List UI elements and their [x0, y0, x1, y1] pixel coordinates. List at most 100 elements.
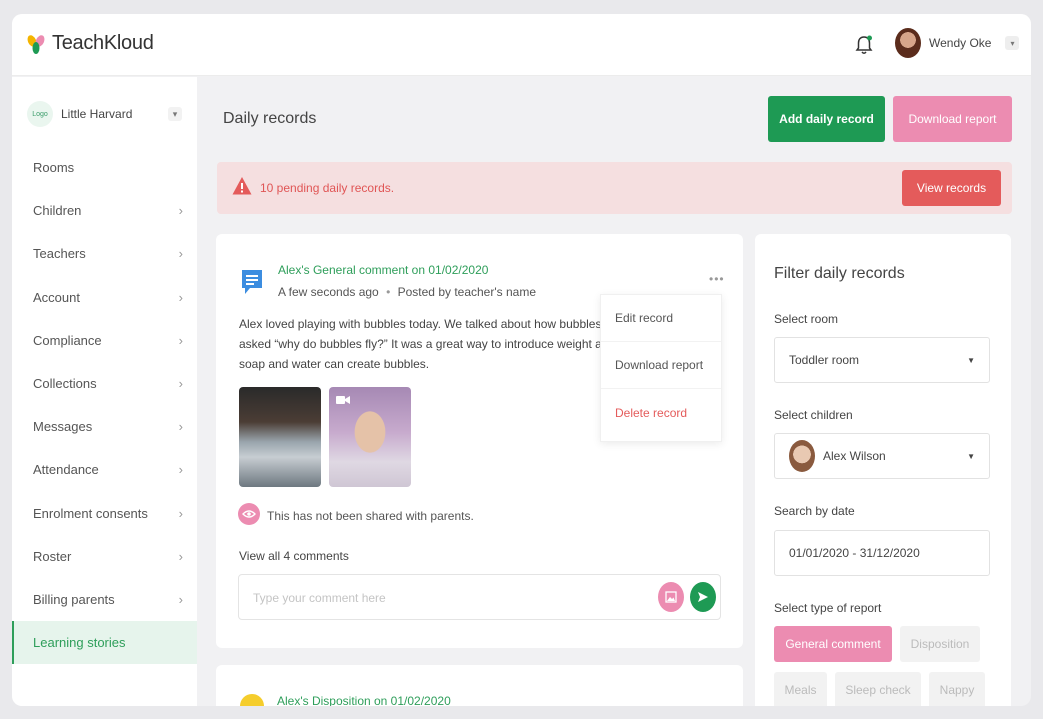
app-logo[interactable]: TeachKloud [26, 32, 154, 55]
eye-glyph [242, 510, 256, 518]
date-value: 01/01/2020 - 31/12/2020 [789, 546, 920, 560]
school-name: Little Harvard [61, 107, 133, 121]
sidebar-item-compliance[interactable]: Compliance › [12, 319, 197, 362]
sidebar-item-label: Roster [33, 548, 72, 564]
download-report-option[interactable]: Download report [601, 342, 721, 389]
dropdown-arrow-icon: ▼ [967, 451, 975, 461]
chevron-down-icon[interactable]: ▾ [168, 107, 182, 121]
view-comments-link[interactable]: View all 4 comments [239, 549, 349, 563]
share-status: This has not been shared with parents. [267, 509, 474, 523]
send-icon [698, 592, 708, 602]
chevron-right-icon: › [178, 462, 183, 478]
sidebar-item-label: Collections [33, 376, 97, 392]
record-body-line: soap and water can create bubbles. [239, 357, 430, 371]
teachkloud-logo-icon [27, 34, 45, 54]
tag-nappy[interactable]: Nappy [929, 672, 985, 706]
page-title: Daily records [223, 110, 317, 127]
sidebar-item-billing-parents[interactable]: Billing parents › [12, 578, 197, 621]
attach-image-button[interactable] [658, 582, 684, 612]
chevron-right-icon: › [178, 203, 183, 219]
sidebar: Logo Little Harvard ▾ Rooms Children › Teac… [12, 77, 197, 706]
children-select[interactable]: Alex Wilson ▼ [774, 433, 990, 479]
bell-icon[interactable] [854, 34, 874, 56]
sidebar-item-account[interactable]: Account › [12, 276, 197, 319]
record-title[interactable]: Alex's General comment on 01/02/2020 [278, 263, 488, 277]
record-title[interactable]: Alex's Disposition on 01/02/2020 [277, 694, 451, 706]
date-range-input[interactable]: 01/01/2020 - 31/12/2020 [774, 530, 990, 576]
tag-sleep-check[interactable]: Sleep check [835, 672, 921, 706]
sidebar-item-label: Rooms [33, 160, 75, 176]
dropdown-arrow-icon: ▼ [967, 355, 975, 365]
record-body-line: asked “why do bubbles fly?” It was a gre… [239, 337, 609, 351]
room-label: Select room [774, 312, 839, 326]
comment-field[interactable]: Type your comment here [238, 574, 721, 620]
tag-disposition[interactable]: Disposition [900, 626, 980, 662]
chevron-right-icon: › [178, 548, 183, 564]
sidebar-item-enrolment-consents[interactable]: Enrolment consents › [12, 492, 197, 535]
sidebar-item-messages[interactable]: Messages › [12, 405, 197, 448]
sidebar-item-label: Account [33, 289, 80, 305]
download-report-button[interactable]: Download report [893, 96, 1012, 142]
record-author: Posted by teacher's name [397, 285, 536, 299]
sidebar-item-collections[interactable]: Collections › [12, 362, 197, 405]
sidebar-item-label: Attendance [33, 462, 99, 478]
user-name: Wendy Oke [929, 36, 992, 50]
comment-icon [242, 270, 262, 294]
more-options-icon[interactable]: ••• [709, 272, 725, 286]
pending-alert: 10 pending daily records. View records [217, 162, 1012, 214]
record-photo-thumbnail[interactable] [239, 387, 321, 487]
tag-meals[interactable]: Meals [774, 672, 827, 706]
sidebar-item-teachers[interactable]: Teachers › [12, 232, 197, 275]
sidebar-item-learning-stories[interactable]: Learning stories [12, 621, 197, 665]
user-menu[interactable]: Wendy Oke ▾ [895, 28, 1020, 58]
room-select[interactable]: Toddler room ▼ [774, 337, 990, 383]
warning-icon [232, 177, 252, 195]
sidebar-item-label: Children [33, 203, 82, 219]
school-switcher[interactable]: Logo Little Harvard ▾ [27, 101, 182, 127]
date-label: Search by date [774, 504, 855, 518]
record-body-line: Alex loved playing with bubbles today. W… [239, 317, 609, 331]
eye-off-icon [238, 503, 260, 525]
sidebar-item-attendance[interactable]: Attendance › [12, 448, 197, 491]
user-avatar [895, 28, 921, 58]
send-comment-button[interactable] [690, 582, 716, 612]
chevron-right-icon: › [178, 332, 183, 348]
record-time: A few seconds ago [278, 285, 379, 299]
chevron-right-icon: › [178, 246, 183, 262]
school-logo: Logo [27, 101, 53, 127]
disposition-icon [240, 694, 264, 706]
view-records-button[interactable]: View records [902, 170, 1001, 206]
top-bar: TeachKloud Wendy Oke ▾ [12, 14, 1031, 76]
child-avatar [789, 440, 815, 472]
sidebar-item-roster[interactable]: Roster › [12, 535, 197, 578]
room-value: Toddler room [789, 353, 860, 367]
app-window: TeachKloud Wendy Oke ▾ Logo Little Harva… [12, 14, 1031, 706]
delete-record-option[interactable]: Delete record [601, 389, 721, 436]
record-meta: A few seconds ago • Posted by teacher's … [278, 285, 536, 299]
sidebar-item-children[interactable]: Children › [12, 189, 197, 232]
chevron-right-icon: › [178, 376, 183, 392]
record-options-menu: Edit record Download report Delete recor… [600, 294, 722, 442]
chevron-down-icon[interactable]: ▾ [1005, 36, 1020, 50]
chevron-right-icon: › [178, 505, 183, 521]
sidebar-nav: Rooms Children › Teachers › Account › Complianc… [12, 146, 197, 665]
add-daily-record-button[interactable]: Add daily record [768, 96, 885, 142]
chevron-right-icon: › [178, 419, 183, 435]
meta-separator: • [386, 285, 391, 299]
alert-text: 10 pending daily records. [260, 181, 395, 195]
filter-title: Filter daily records [774, 265, 905, 282]
edit-record-option[interactable]: Edit record [601, 295, 721, 342]
sidebar-item-label: Teachers [33, 246, 86, 262]
image-icon [665, 591, 677, 603]
record-video-thumbnail[interactable] [329, 387, 411, 487]
daily-record-card: Alex's Disposition on 01/02/2020 [216, 665, 743, 706]
chevron-right-icon: › [178, 591, 183, 607]
tag-general-comment[interactable]: General comment [774, 626, 892, 662]
sidebar-item-label: Enrolment consents [33, 505, 148, 521]
sidebar-item-rooms[interactable]: Rooms [12, 146, 197, 189]
comment-placeholder: Type your comment here [253, 591, 386, 605]
children-label: Select children [774, 408, 853, 422]
sidebar-item-label: Messages [33, 419, 93, 435]
sidebar-item-label: Learning stories [33, 635, 126, 651]
chevron-right-icon: › [178, 289, 183, 305]
